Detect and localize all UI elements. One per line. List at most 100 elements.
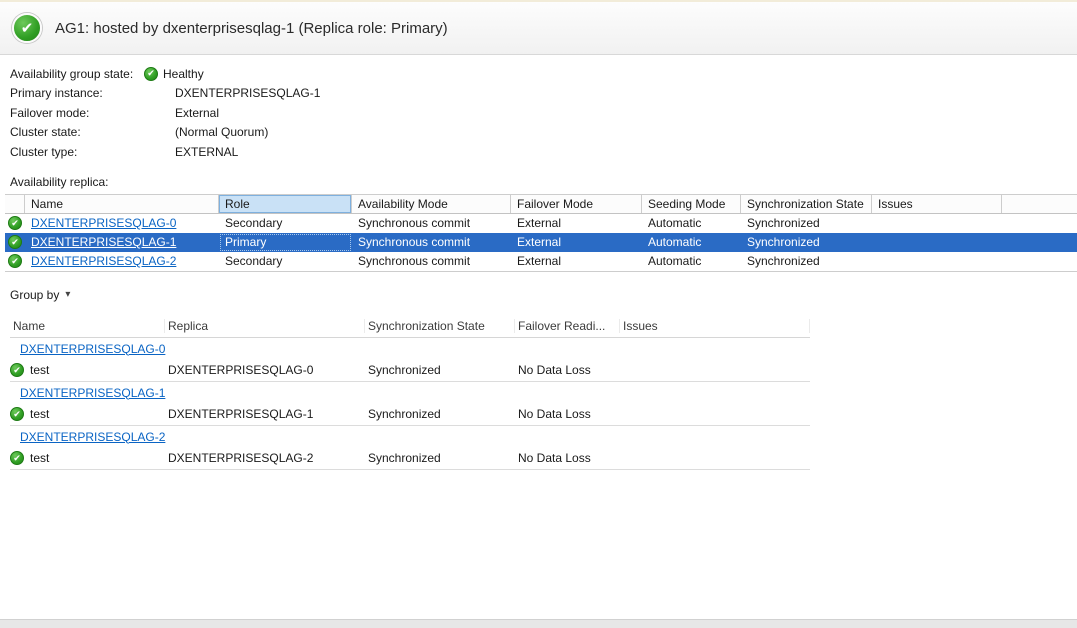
group-name-link[interactable]: DXENTERPRISESQLAG-0 — [20, 342, 165, 356]
group-by-dropdown[interactable]: Group by ▾ — [10, 286, 70, 304]
database-table-header: Name Replica Synchronization State Failo… — [10, 316, 810, 338]
healthy-check-icon: ✔ — [144, 67, 158, 81]
summary-label: Cluster type: — [10, 145, 175, 159]
database-group-row[interactable]: DXENTERPRISESQLAG-0 — [10, 338, 810, 360]
column-header-failover-mode[interactable]: Failover Mode — [511, 195, 642, 213]
database-group-row[interactable]: DXENTERPRISESQLAG-2 — [10, 426, 810, 448]
replica-name-cell: DXENTERPRISESQLAG-1 — [25, 233, 219, 252]
summary-value: DXENTERPRISESQLAG-1 — [175, 86, 320, 100]
replica-availability-mode-cell: Synchronous commit — [352, 214, 511, 233]
group-name-link[interactable]: DXENTERPRISESQLAG-2 — [20, 430, 165, 444]
database-name-cell: ✔ test — [10, 451, 165, 465]
replica-table: Name Role Availability Mode Failover Mod… — [5, 194, 1077, 272]
replica-issues-cell — [872, 233, 1002, 252]
row-status-cell: ✔ — [5, 214, 25, 233]
row-filler-cell — [1002, 252, 1077, 271]
database-sync-state-cell: Synchronized — [365, 407, 515, 421]
database-group-row[interactable]: DXENTERPRISESQLAG-1 — [10, 382, 810, 404]
column-header-availability-mode[interactable]: Availability Mode — [352, 195, 511, 213]
column-header-synchronization-state[interactable]: Synchronization State — [741, 195, 872, 213]
summary-value: EXTERNAL — [175, 145, 238, 159]
database-row[interactable]: ✔ test DXENTERPRISESQLAG-0 Synchronized … — [10, 360, 810, 382]
summary-label: Failover mode: — [10, 106, 175, 120]
column-header-db-sync-state[interactable]: Synchronization State — [365, 319, 515, 333]
database-replica-cell: DXENTERPRISESQLAG-2 — [165, 451, 365, 465]
healthy-check-icon: ✔ — [10, 407, 24, 421]
summary-value: (Normal Quorum) — [175, 125, 268, 139]
replica-role-cell: Secondary — [219, 214, 352, 233]
replica-row[interactable]: ✔ DXENTERPRISESQLAG-2 Secondary Synchron… — [5, 252, 1077, 271]
replica-seeding-mode-cell: Automatic — [642, 252, 741, 271]
replica-sync-state-cell: Synchronized — [741, 233, 872, 252]
healthy-status-icon: ✔ — [12, 13, 42, 43]
page-title: AG1: hosted by dxenterprisesqlag-1 (Repl… — [55, 20, 448, 37]
summary-row-failover-mode: Failover mode: External — [10, 103, 1077, 123]
column-header-db-issues[interactable]: Issues — [620, 319, 810, 333]
replica-section-label: Availability replica: — [10, 175, 1077, 189]
horizontal-scrollbar-track[interactable] — [0, 619, 1077, 628]
summary-row-primary-instance: Primary instance: DXENTERPRISESQLAG-1 — [10, 84, 1077, 104]
healthy-check-icon: ✔ — [10, 451, 24, 465]
replica-role-cell: Primary — [219, 233, 352, 252]
column-header-name[interactable]: Name — [25, 195, 219, 213]
group-name-link[interactable]: DXENTERPRISESQLAG-1 — [20, 386, 165, 400]
column-header-issues[interactable]: Issues — [872, 195, 1002, 213]
row-status-cell: ✔ — [5, 233, 25, 252]
replica-availability-mode-cell: Synchronous commit — [352, 252, 511, 271]
healthy-check-icon: ✔ — [8, 235, 22, 249]
replica-sync-state-cell: Synchronized — [741, 252, 872, 271]
database-replica-cell: DXENTERPRISESQLAG-1 — [165, 407, 365, 421]
database-failover-readiness-cell: No Data Loss — [515, 407, 620, 421]
summary-label: Cluster state: — [10, 125, 175, 139]
column-header-db-replica[interactable]: Replica — [165, 319, 365, 333]
dashboard-header: ✔ AG1: hosted by dxenterprisesqlag-1 (Re… — [0, 0, 1077, 55]
replica-name-cell: DXENTERPRISESQLAG-0 — [25, 214, 219, 233]
database-name-cell: ✔ test — [10, 363, 165, 377]
replica-availability-mode-cell: Synchronous commit — [352, 233, 511, 252]
icon-column-header[interactable] — [5, 195, 25, 213]
replica-name-link[interactable]: DXENTERPRISESQLAG-2 — [31, 254, 176, 268]
replica-row[interactable]: ✔ DXENTERPRISESQLAG-0 Secondary Synchron… — [5, 214, 1077, 233]
replica-issues-cell — [872, 252, 1002, 271]
replica-name-link[interactable]: DXENTERPRISESQLAG-0 — [31, 216, 176, 230]
summary-panel: Availability group state: ✔ Healthy Prim… — [0, 55, 1077, 162]
healthy-check-icon: ✔ — [8, 254, 22, 268]
healthy-check-icon: ✔ — [10, 363, 24, 377]
database-failover-readiness-cell: No Data Loss — [515, 451, 620, 465]
database-row[interactable]: ✔ test DXENTERPRISESQLAG-2 Synchronized … — [10, 448, 810, 470]
database-row[interactable]: ✔ test DXENTERPRISESQLAG-1 Synchronized … — [10, 404, 810, 426]
database-table: Name Replica Synchronization State Failo… — [10, 316, 810, 470]
replica-sync-state-cell: Synchronized — [741, 214, 872, 233]
database-name: test — [30, 363, 49, 377]
summary-row-cluster-type: Cluster type: EXTERNAL — [10, 142, 1077, 162]
group-by-label: Group by — [10, 288, 59, 302]
column-header-db-name[interactable]: Name — [10, 319, 165, 333]
column-header-filler — [1002, 195, 1077, 213]
row-filler-cell — [1002, 233, 1077, 252]
healthy-check-icon: ✔ — [8, 216, 22, 230]
database-name: test — [30, 407, 49, 421]
summary-label: Primary instance: — [10, 86, 175, 100]
column-header-role[interactable]: Role — [219, 195, 352, 213]
replica-failover-mode-cell: External — [511, 252, 642, 271]
chevron-down-icon: ▾ — [65, 289, 70, 300]
replica-table-header: Name Role Availability Mode Failover Mod… — [5, 194, 1077, 214]
replica-name-cell: DXENTERPRISESQLAG-2 — [25, 252, 219, 271]
replica-row-selected[interactable]: ✔ DXENTERPRISESQLAG-1 Primary Synchronou… — [5, 233, 1077, 252]
database-sync-state-cell: Synchronized — [365, 363, 515, 377]
replica-name-link[interactable]: DXENTERPRISESQLAG-1 — [31, 235, 176, 249]
database-replica-cell: DXENTERPRISESQLAG-0 — [165, 363, 365, 377]
summary-row-cluster-state: Cluster state: (Normal Quorum) — [10, 123, 1077, 143]
summary-value: Healthy — [163, 67, 204, 81]
column-header-seeding-mode[interactable]: Seeding Mode — [642, 195, 741, 213]
column-header-db-failover-readiness[interactable]: Failover Readi... — [515, 319, 620, 333]
replica-role-cell: Secondary — [219, 252, 352, 271]
ag-dashboard-page: { "icons": { "check_glyph": "✔", "dropdo… — [0, 0, 1077, 628]
database-sync-state-cell: Synchronized — [365, 451, 515, 465]
row-filler-cell — [1002, 214, 1077, 233]
summary-value: External — [175, 106, 219, 120]
replica-issues-cell — [872, 214, 1002, 233]
summary-label: Availability group state: — [10, 67, 144, 81]
database-name-cell: ✔ test — [10, 407, 165, 421]
summary-row-group-state: Availability group state: ✔ Healthy — [10, 64, 1077, 84]
